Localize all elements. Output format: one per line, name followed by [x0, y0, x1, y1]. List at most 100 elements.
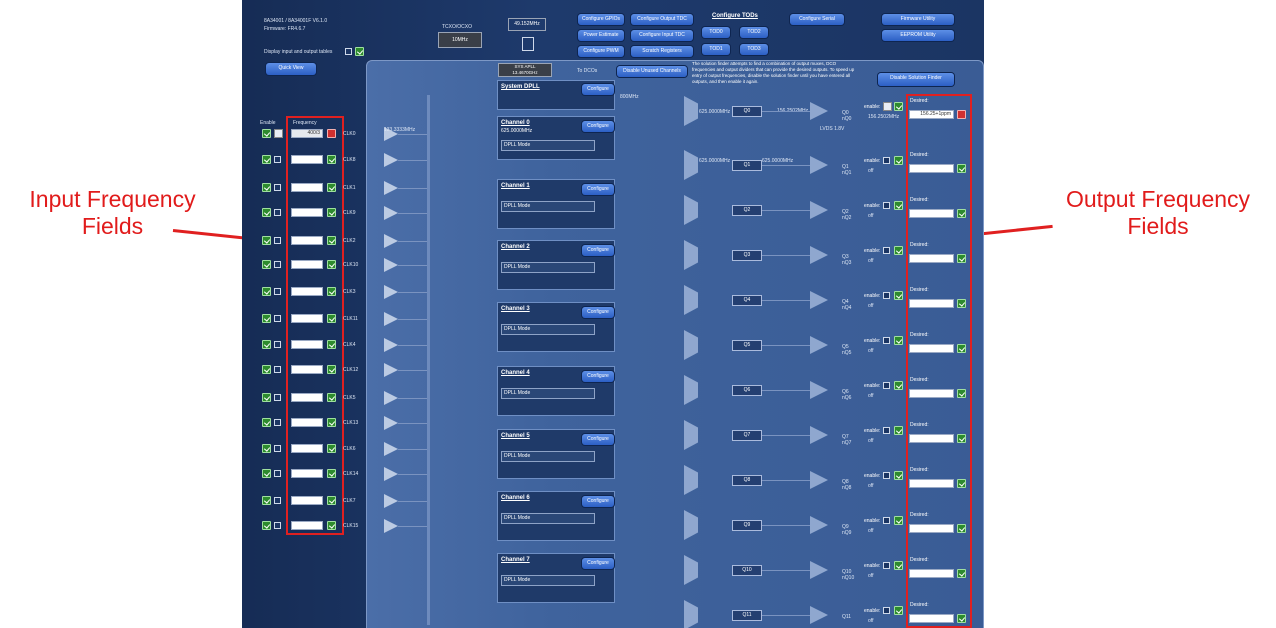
output-enable-checkbox[interactable] [894, 246, 903, 255]
output-desired-field[interactable] [909, 299, 954, 308]
output-enable-box[interactable] [883, 382, 890, 389]
input-select-box[interactable] [274, 522, 281, 529]
input-frequency-field[interactable] [291, 287, 323, 296]
input-frequency-field[interactable] [291, 444, 323, 453]
channel-configure-button[interactable]: Configure [582, 434, 614, 445]
output-desired-field[interactable] [909, 614, 954, 623]
xo-freq-box[interactable]: 49.152MHz [508, 18, 546, 31]
output-enable-box[interactable] [883, 472, 890, 479]
input-enable-checkbox[interactable] [262, 469, 271, 478]
output-enable-checkbox[interactable] [894, 102, 903, 111]
input-apply-icon[interactable] [327, 469, 336, 478]
output-divider-box[interactable]: Q3 [732, 250, 762, 261]
output-enable-box[interactable] [883, 157, 890, 164]
input-enable-checkbox[interactable] [262, 314, 271, 323]
disable-unused-channels-button[interactable]: Disable Unused Channels [617, 66, 687, 77]
input-select-box[interactable] [274, 184, 281, 191]
output-apply-icon[interactable] [957, 299, 966, 308]
output-desired-field[interactable] [909, 524, 954, 533]
output-apply-icon[interactable] [957, 614, 966, 623]
input-apply-icon[interactable] [327, 340, 336, 349]
configure-gpios-button[interactable]: Configure GPIOs [578, 14, 624, 25]
channel-mode-field[interactable]: DPLL Mode [501, 513, 595, 524]
channel-configure-button[interactable]: Configure [582, 558, 614, 569]
display-tables-checkbox[interactable] [345, 48, 352, 55]
tcxo-value-box[interactable]: 10MHz [438, 32, 482, 48]
firmware-utility-button[interactable]: Firmware Utility [882, 14, 954, 25]
output-divider-box[interactable]: Q8 [732, 475, 762, 486]
channel-mode-field[interactable]: DPLL Mode [501, 140, 595, 151]
output-enable-checkbox[interactable] [894, 561, 903, 570]
sys-apll-box[interactable]: SYS APLL 13.4670GHz [498, 63, 552, 77]
output-divider-box[interactable]: Q11 [732, 610, 762, 621]
output-desired-field[interactable] [909, 479, 954, 488]
disable-solution-finder-button[interactable]: Disable Solution Finder [878, 73, 954, 86]
channel-configure-button[interactable]: Configure [582, 496, 614, 507]
channel-configure-button[interactable]: Configure [582, 307, 614, 318]
input-apply-icon[interactable] [327, 236, 336, 245]
input-select-box[interactable] [274, 470, 281, 477]
output-apply-icon[interactable] [957, 209, 966, 218]
input-enable-checkbox[interactable] [262, 393, 271, 402]
output-desired-field[interactable] [909, 569, 954, 578]
channel-mode-field[interactable]: DPLL Mode [501, 451, 595, 462]
output-enable-checkbox[interactable] [894, 291, 903, 300]
output-enable-checkbox[interactable] [894, 426, 903, 435]
output-desired-field[interactable]: 156.25+1ppm [909, 110, 954, 119]
input-select-box[interactable] [274, 209, 281, 216]
channel-mode-field[interactable]: DPLL Mode [501, 324, 595, 335]
output-delete-icon[interactable] [957, 110, 966, 119]
output-apply-icon[interactable] [957, 479, 966, 488]
output-divider-box[interactable]: Q0 [732, 106, 762, 117]
input-select-box[interactable] [274, 445, 281, 452]
system-dpll-configure-button[interactable]: Configure [582, 84, 614, 95]
output-divider-box[interactable]: Q6 [732, 385, 762, 396]
output-enable-box[interactable] [883, 607, 890, 614]
output-enable-box[interactable] [883, 517, 890, 524]
input-frequency-field[interactable] [291, 393, 323, 402]
input-frequency-field[interactable] [291, 236, 323, 245]
output-apply-icon[interactable] [957, 524, 966, 533]
input-enable-checkbox[interactable] [262, 208, 271, 217]
output-enable-box[interactable] [883, 562, 890, 569]
output-desired-field[interactable] [909, 344, 954, 353]
output-desired-field[interactable] [909, 254, 954, 263]
input-enable-checkbox[interactable] [262, 418, 271, 427]
input-enable-checkbox[interactable] [262, 155, 271, 164]
input-frequency-field[interactable] [291, 418, 323, 427]
input-frequency-field[interactable] [291, 496, 323, 505]
input-apply-icon[interactable] [327, 444, 336, 453]
input-frequency-field[interactable] [291, 155, 323, 164]
tod3-button[interactable]: TOD3 [740, 44, 768, 55]
input-apply-icon[interactable] [327, 183, 336, 192]
input-apply-icon[interactable] [327, 496, 336, 505]
tod2-button[interactable]: TOD2 [740, 27, 768, 38]
input-select-box[interactable] [274, 288, 281, 295]
input-enable-checkbox[interactable] [262, 129, 271, 138]
output-apply-icon[interactable] [957, 389, 966, 398]
output-enable-checkbox[interactable] [894, 381, 903, 390]
input-apply-icon[interactable] [327, 365, 336, 374]
output-desired-field[interactable] [909, 209, 954, 218]
input-apply-icon[interactable] [327, 393, 336, 402]
configure-output-tdc-button[interactable]: Configure Output TDC [631, 14, 693, 25]
input-apply-icon[interactable] [327, 287, 336, 296]
input-frequency-field[interactable] [291, 183, 323, 192]
configure-input-tdc-button[interactable]: Configure Input TDC [631, 30, 693, 41]
scratch-registers-button[interactable]: Scratch Registers [631, 46, 693, 57]
output-divider-box[interactable]: Q7 [732, 430, 762, 441]
output-divider-box[interactable]: Q1 [732, 160, 762, 171]
output-enable-box[interactable] [883, 427, 890, 434]
input-apply-icon[interactable] [327, 521, 336, 530]
channel-mode-field[interactable]: DPLL Mode [501, 575, 595, 586]
input-apply-icon[interactable] [327, 155, 336, 164]
input-apply-icon[interactable] [327, 418, 336, 427]
input-enable-checkbox[interactable] [262, 183, 271, 192]
channel-configure-button[interactable]: Configure [582, 121, 614, 132]
output-enable-box[interactable] [883, 202, 890, 209]
output-apply-icon[interactable] [957, 344, 966, 353]
display-tables-confirm-icon[interactable] [355, 47, 364, 56]
channel-configure-button[interactable]: Configure [582, 184, 614, 195]
input-enable-checkbox[interactable] [262, 496, 271, 505]
channel-configure-button[interactable]: Configure [582, 245, 614, 256]
